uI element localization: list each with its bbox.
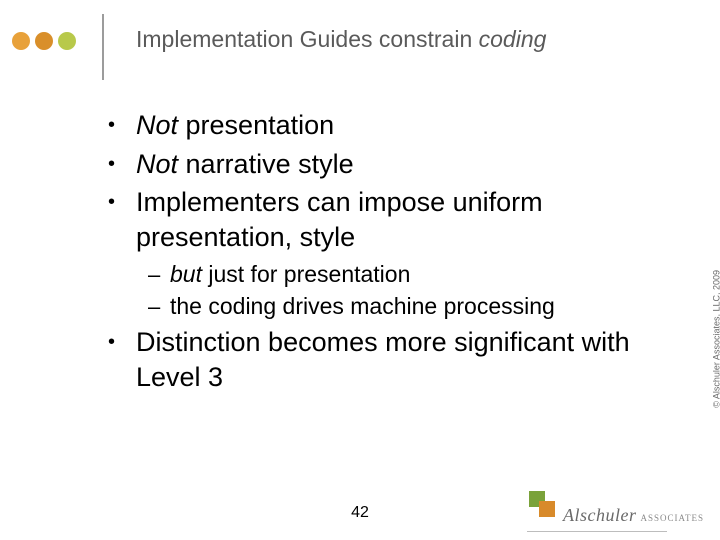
sub-bullet-item: but just for presentation [148,260,668,289]
bullet-text: narrative style [178,149,354,179]
decorative-dots [12,32,76,50]
logo-name-sub: ASSOCIATES [640,513,704,523]
bullet-text: presentation [178,110,334,140]
bullet-item: Not presentation [108,108,668,143]
bullet-text: Implementers can impose uniform presenta… [136,187,543,252]
bullet-item: Not narrative style [108,147,668,182]
bullet-em: Not [136,149,178,179]
sub-bullet-text: just for presentation [202,261,410,287]
sub-bullet-item: the coding drives machine processing [148,292,668,321]
bullet-text: Distinction becomes more significant wit… [136,327,630,392]
slide-title: Implementation Guides constrain coding [136,26,546,53]
copyright-text: © Alschuler Associates, LLC, 2009 [712,270,720,408]
divider [102,14,104,80]
logo-mark-icon [529,491,559,521]
dot-icon [12,32,30,50]
logo-rule [527,531,667,532]
dot-icon [58,32,76,50]
logo-name-main: Alschuler [563,505,637,525]
bullet-em: Not [136,110,178,140]
logo-name: AlschulerASSOCIATES [563,505,704,526]
bullet-item: Implementers can impose uniform presenta… [108,185,668,321]
sub-bullet-em: but [170,261,202,287]
bullet-item: Distinction becomes more significant wit… [108,325,668,394]
slide-body: Not presentation Not narrative style Imp… [108,108,668,398]
title-italic: coding [479,26,547,52]
brand-logo: AlschulerASSOCIATES [529,491,704,526]
dot-icon [35,32,53,50]
title-text: Implementation Guides constrain [136,26,479,52]
sub-bullet-text: the coding drives machine processing [170,293,555,319]
